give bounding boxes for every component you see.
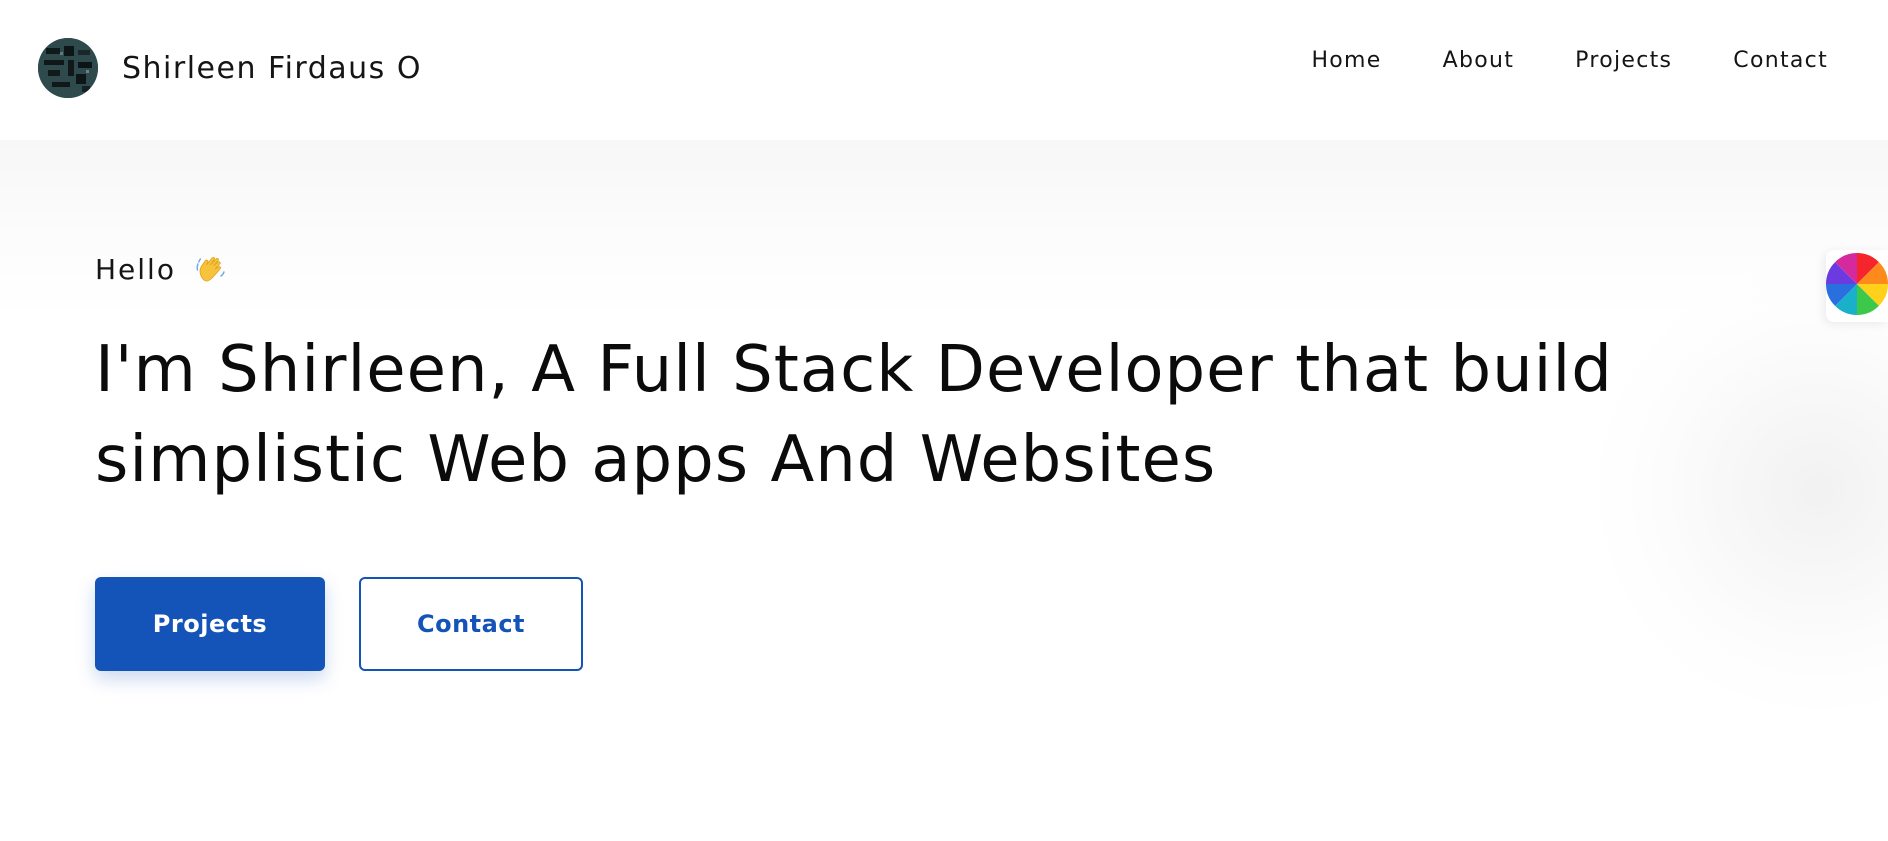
greeting: Hello (95, 252, 228, 286)
color-picker-toggle[interactable] (1826, 250, 1888, 322)
color-wheel-icon (1826, 251, 1888, 321)
nav-projects[interactable]: Projects (1575, 48, 1672, 73)
brand[interactable]: Shirleen Firdaus O (38, 38, 422, 98)
contact-button[interactable]: Contact (359, 577, 583, 671)
site-header: Shirleen Firdaus O Home About Projects C… (0, 0, 1888, 140)
nav-about[interactable]: About (1443, 48, 1515, 73)
main-nav: Home About Projects Contact (1250, 48, 1828, 73)
hero-headline: I'm Shirleen, A Full Stack Developer tha… (95, 333, 1613, 497)
greeting-text: Hello (95, 252, 176, 286)
avatar[interactable] (38, 38, 98, 98)
projects-button[interactable]: Projects (95, 577, 325, 671)
waving-hand-icon (194, 252, 228, 286)
nav-home[interactable]: Home (1311, 48, 1381, 73)
nav-contact[interactable]: Contact (1733, 48, 1828, 73)
hero-section: Hello I'm Shirleen, A Full Stack Develop… (0, 140, 1888, 841)
brand-name[interactable]: Shirleen Firdaus O (122, 51, 422, 86)
